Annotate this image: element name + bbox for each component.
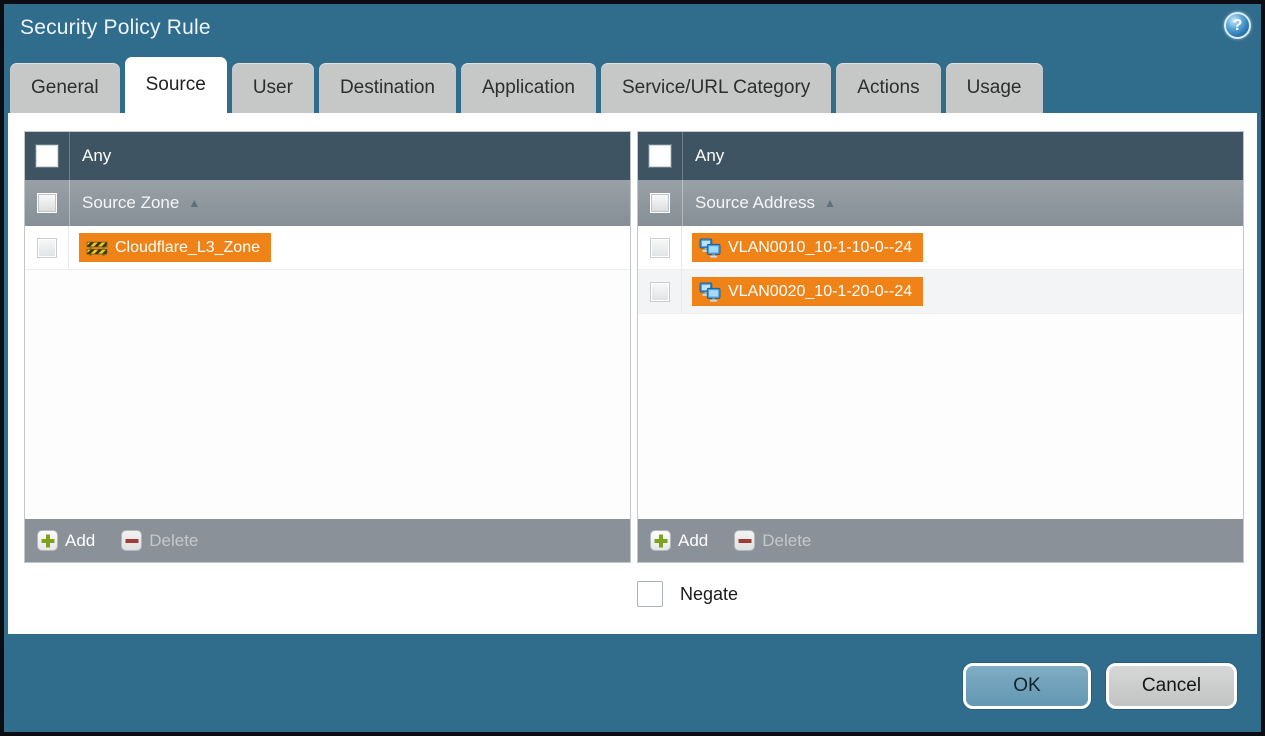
source-tab-content: Any Source Zone ▲ Cloudflare_L3_Zone Add… — [8, 113, 1257, 634]
source-address-any-checkbox[interactable] — [649, 145, 671, 167]
security-policy-rule-dialog: Security Policy Rule ? General Source Us… — [0, 0, 1265, 736]
delete-button-label: Delete — [762, 530, 812, 550]
negate-option: Negate — [637, 581, 738, 607]
add-button-label: Add — [678, 530, 709, 550]
tab-user[interactable]: User — [231, 63, 314, 113]
source-zone-any-header: Any — [25, 132, 630, 180]
source-zone-select-all-checkbox[interactable] — [37, 193, 57, 213]
help-icon[interactable]: ? — [1224, 12, 1251, 39]
page-title: Security Policy Rule — [20, 16, 211, 39]
source-zone-sort-header[interactable]: Source Zone ▲ — [69, 180, 630, 226]
address-name: VLAN0010_10-1-10-0--24 — [728, 238, 913, 256]
source-zone-row[interactable]: Cloudflare_L3_Zone — [25, 226, 630, 270]
source-address-panel: Any Source Address ▲ VLAN0010_10-1-10-0-… — [637, 131, 1244, 563]
source-zone-column-label: Source Zone — [82, 193, 180, 212]
tab-bar: General Source User Destination Applicat… — [10, 57, 1043, 113]
tab-source[interactable]: Source — [124, 57, 227, 113]
tab-application[interactable]: Application — [461, 63, 596, 113]
source-zone-column-header: Source Zone ▲ — [25, 180, 630, 226]
source-zone-any-label-cell: Any — [69, 132, 630, 180]
source-zone-panel: Any Source Zone ▲ Cloudflare_L3_Zone Add… — [24, 131, 631, 563]
source-address-any-label: Any — [695, 146, 725, 165]
source-address-row-checkbox[interactable] — [649, 281, 670, 302]
source-address-any-checkbox-cell — [638, 132, 682, 180]
negate-checkbox[interactable] — [637, 581, 663, 607]
source-zone-delete-button[interactable]: Delete — [121, 530, 198, 551]
tab-usage[interactable]: Usage — [945, 63, 1043, 113]
source-zone-any-checkbox[interactable] — [36, 145, 58, 167]
address-group-icon — [699, 237, 721, 258]
source-zone-add-button[interactable]: Add — [37, 530, 95, 551]
address-value-chip[interactable]: VLAN0020_10-1-20-0--24 — [692, 277, 924, 306]
source-zone-row-checkbox[interactable] — [36, 237, 57, 258]
source-address-header-checkbox-cell — [638, 180, 682, 226]
source-zone-row-checkbox-cell — [25, 226, 69, 269]
zone-icon — [86, 241, 108, 256]
source-zone-header-checkbox-cell — [25, 180, 69, 226]
source-address-any-label-cell: Any — [682, 132, 1243, 180]
delete-button-label: Delete — [149, 530, 199, 550]
tab-general[interactable]: General — [10, 63, 120, 113]
source-address-list: VLAN0010_10-1-10-0--24 VLAN0020_10-1-20-… — [638, 226, 1243, 519]
source-address-column-header: Source Address ▲ — [638, 180, 1243, 226]
source-address-column-label: Source Address — [695, 193, 816, 212]
sort-ascending-icon: ▲ — [188, 196, 201, 210]
source-zone-any-label: Any — [82, 146, 112, 165]
address-name: VLAN0020_10-1-20-0--24 — [728, 282, 913, 300]
source-address-add-button[interactable]: Add — [650, 530, 708, 551]
add-plus-icon — [37, 530, 58, 551]
sort-ascending-icon: ▲ — [824, 196, 836, 210]
address-group-icon — [699, 281, 721, 302]
tab-destination[interactable]: Destination — [318, 63, 456, 113]
source-address-footer: Add Delete — [638, 519, 1243, 562]
source-address-row-checkbox-cell — [638, 226, 682, 269]
tab-actions[interactable]: Actions — [836, 63, 941, 113]
source-zone-any-checkbox-cell — [25, 132, 69, 180]
question-mark-glyph: ? — [1232, 16, 1243, 34]
cancel-button[interactable]: Cancel — [1106, 663, 1237, 709]
source-zone-list: Cloudflare_L3_Zone — [25, 226, 630, 519]
delete-minus-icon — [734, 530, 756, 551]
zone-value-chip[interactable]: Cloudflare_L3_Zone — [79, 233, 271, 262]
source-address-sort-header[interactable]: Source Address ▲ — [682, 180, 1243, 226]
zone-name: Cloudflare_L3_Zone — [115, 238, 260, 256]
source-address-row-checkbox-cell — [638, 270, 682, 313]
source-address-delete-button[interactable]: Delete — [734, 530, 811, 551]
ok-button[interactable]: OK — [963, 663, 1091, 709]
source-zone-footer: Add Delete — [25, 519, 630, 562]
source-address-select-all-checkbox[interactable] — [650, 193, 670, 213]
delete-minus-icon — [121, 530, 143, 551]
source-address-any-header: Any — [638, 132, 1243, 180]
add-button-label: Add — [65, 530, 96, 550]
negate-label: Negate — [680, 583, 739, 604]
source-address-row-checkbox[interactable] — [649, 237, 670, 258]
address-value-chip[interactable]: VLAN0010_10-1-10-0--24 — [692, 233, 924, 262]
source-address-row[interactable]: VLAN0020_10-1-20-0--24 — [638, 270, 1243, 314]
source-address-row[interactable]: VLAN0010_10-1-10-0--24 — [638, 226, 1243, 270]
tab-service-url-category[interactable]: Service/URL Category — [600, 63, 832, 113]
add-plus-icon — [650, 530, 671, 551]
